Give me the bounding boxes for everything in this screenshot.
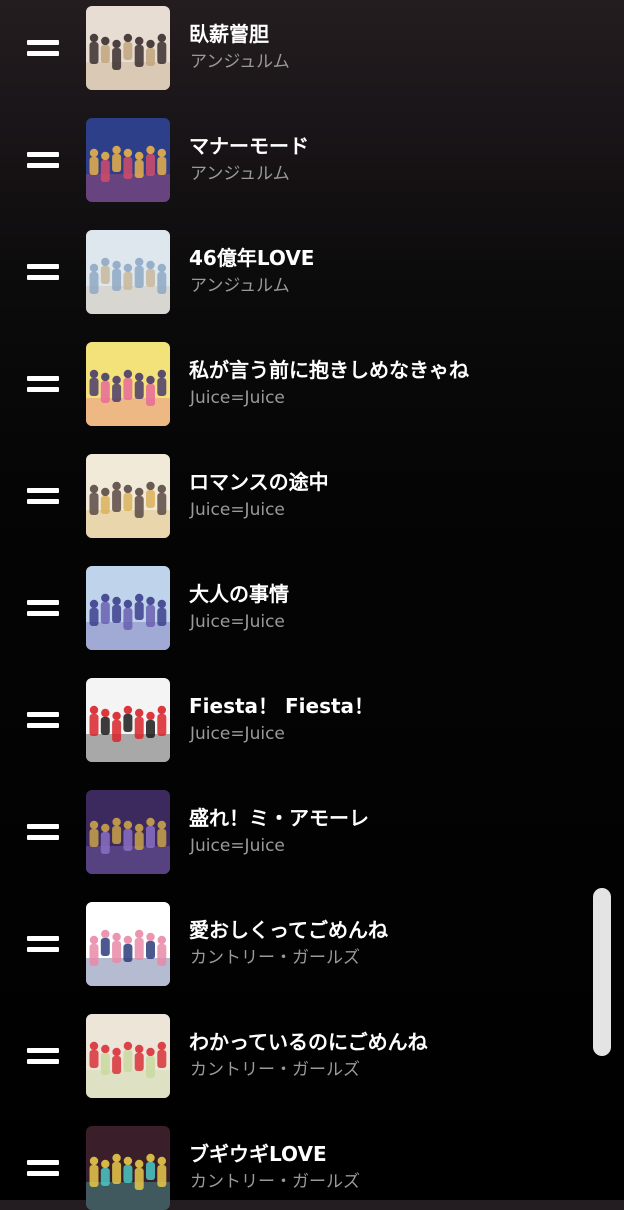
track-artist: カントリー・ガールズ [190, 1172, 360, 1192]
track-title: ブギウギLOVE [189, 1142, 327, 1166]
album-art [86, 566, 170, 650]
drag-handle-icon[interactable] [27, 1160, 59, 1176]
track-title: マナーモード [189, 134, 309, 158]
track-artist: Juice=Juice [190, 388, 285, 408]
album-art [86, 790, 170, 874]
track-artist: Juice=Juice [190, 612, 285, 632]
drag-handle-icon[interactable] [27, 936, 59, 952]
drag-handle-icon[interactable] [27, 600, 59, 616]
track-title: わかっているのにごめんね [189, 1030, 428, 1054]
album-art [86, 342, 170, 426]
album-art [86, 1014, 170, 1098]
track-title: 私が言う前に抱きしめなきゃね [189, 358, 469, 382]
track-artist: アンジュルム [190, 276, 290, 296]
track-title: 盛れ！ミ・アモーレ [189, 806, 369, 830]
drag-handle-icon[interactable] [27, 488, 59, 504]
album-art [86, 230, 170, 314]
album-art [86, 454, 170, 538]
track-title: 愛おしくってごめんね [189, 918, 388, 942]
album-art [86, 902, 170, 986]
track-artist: カントリー・ガールズ [190, 948, 360, 968]
album-art [86, 678, 170, 762]
album-art [86, 118, 170, 202]
track-artist: カントリー・ガールズ [190, 1060, 360, 1080]
track-artist: Juice=Juice [190, 500, 285, 520]
track-artist: Juice=Juice [190, 836, 285, 856]
album-art [86, 1126, 170, 1210]
scrollbar-thumb[interactable] [593, 888, 611, 1056]
track-title: ロマンスの途中 [189, 470, 329, 494]
track-title: Fiesta！ Fiesta！ [189, 694, 375, 718]
track-title: 46億年LOVE [189, 246, 315, 270]
drag-handle-icon[interactable] [27, 376, 59, 392]
track-row[interactable]: ブギウギLOVE カントリー・ガールズ [0, 0, 590, 1210]
playlist-track-list: 臥薪嘗胆 アンジュルム マナーモード アンジュルム 46億年LOVE アンジュルム 私が言う… [0, 0, 624, 1210]
drag-handle-icon[interactable] [27, 152, 59, 168]
track-artist: アンジュルム [190, 164, 290, 184]
drag-handle-icon[interactable] [27, 1048, 59, 1064]
drag-handle-icon[interactable] [27, 264, 59, 280]
drag-handle-icon[interactable] [27, 712, 59, 728]
drag-handle-icon[interactable] [27, 824, 59, 840]
track-artist: Juice=Juice [190, 724, 285, 744]
track-title: 大人の事情 [189, 582, 289, 606]
